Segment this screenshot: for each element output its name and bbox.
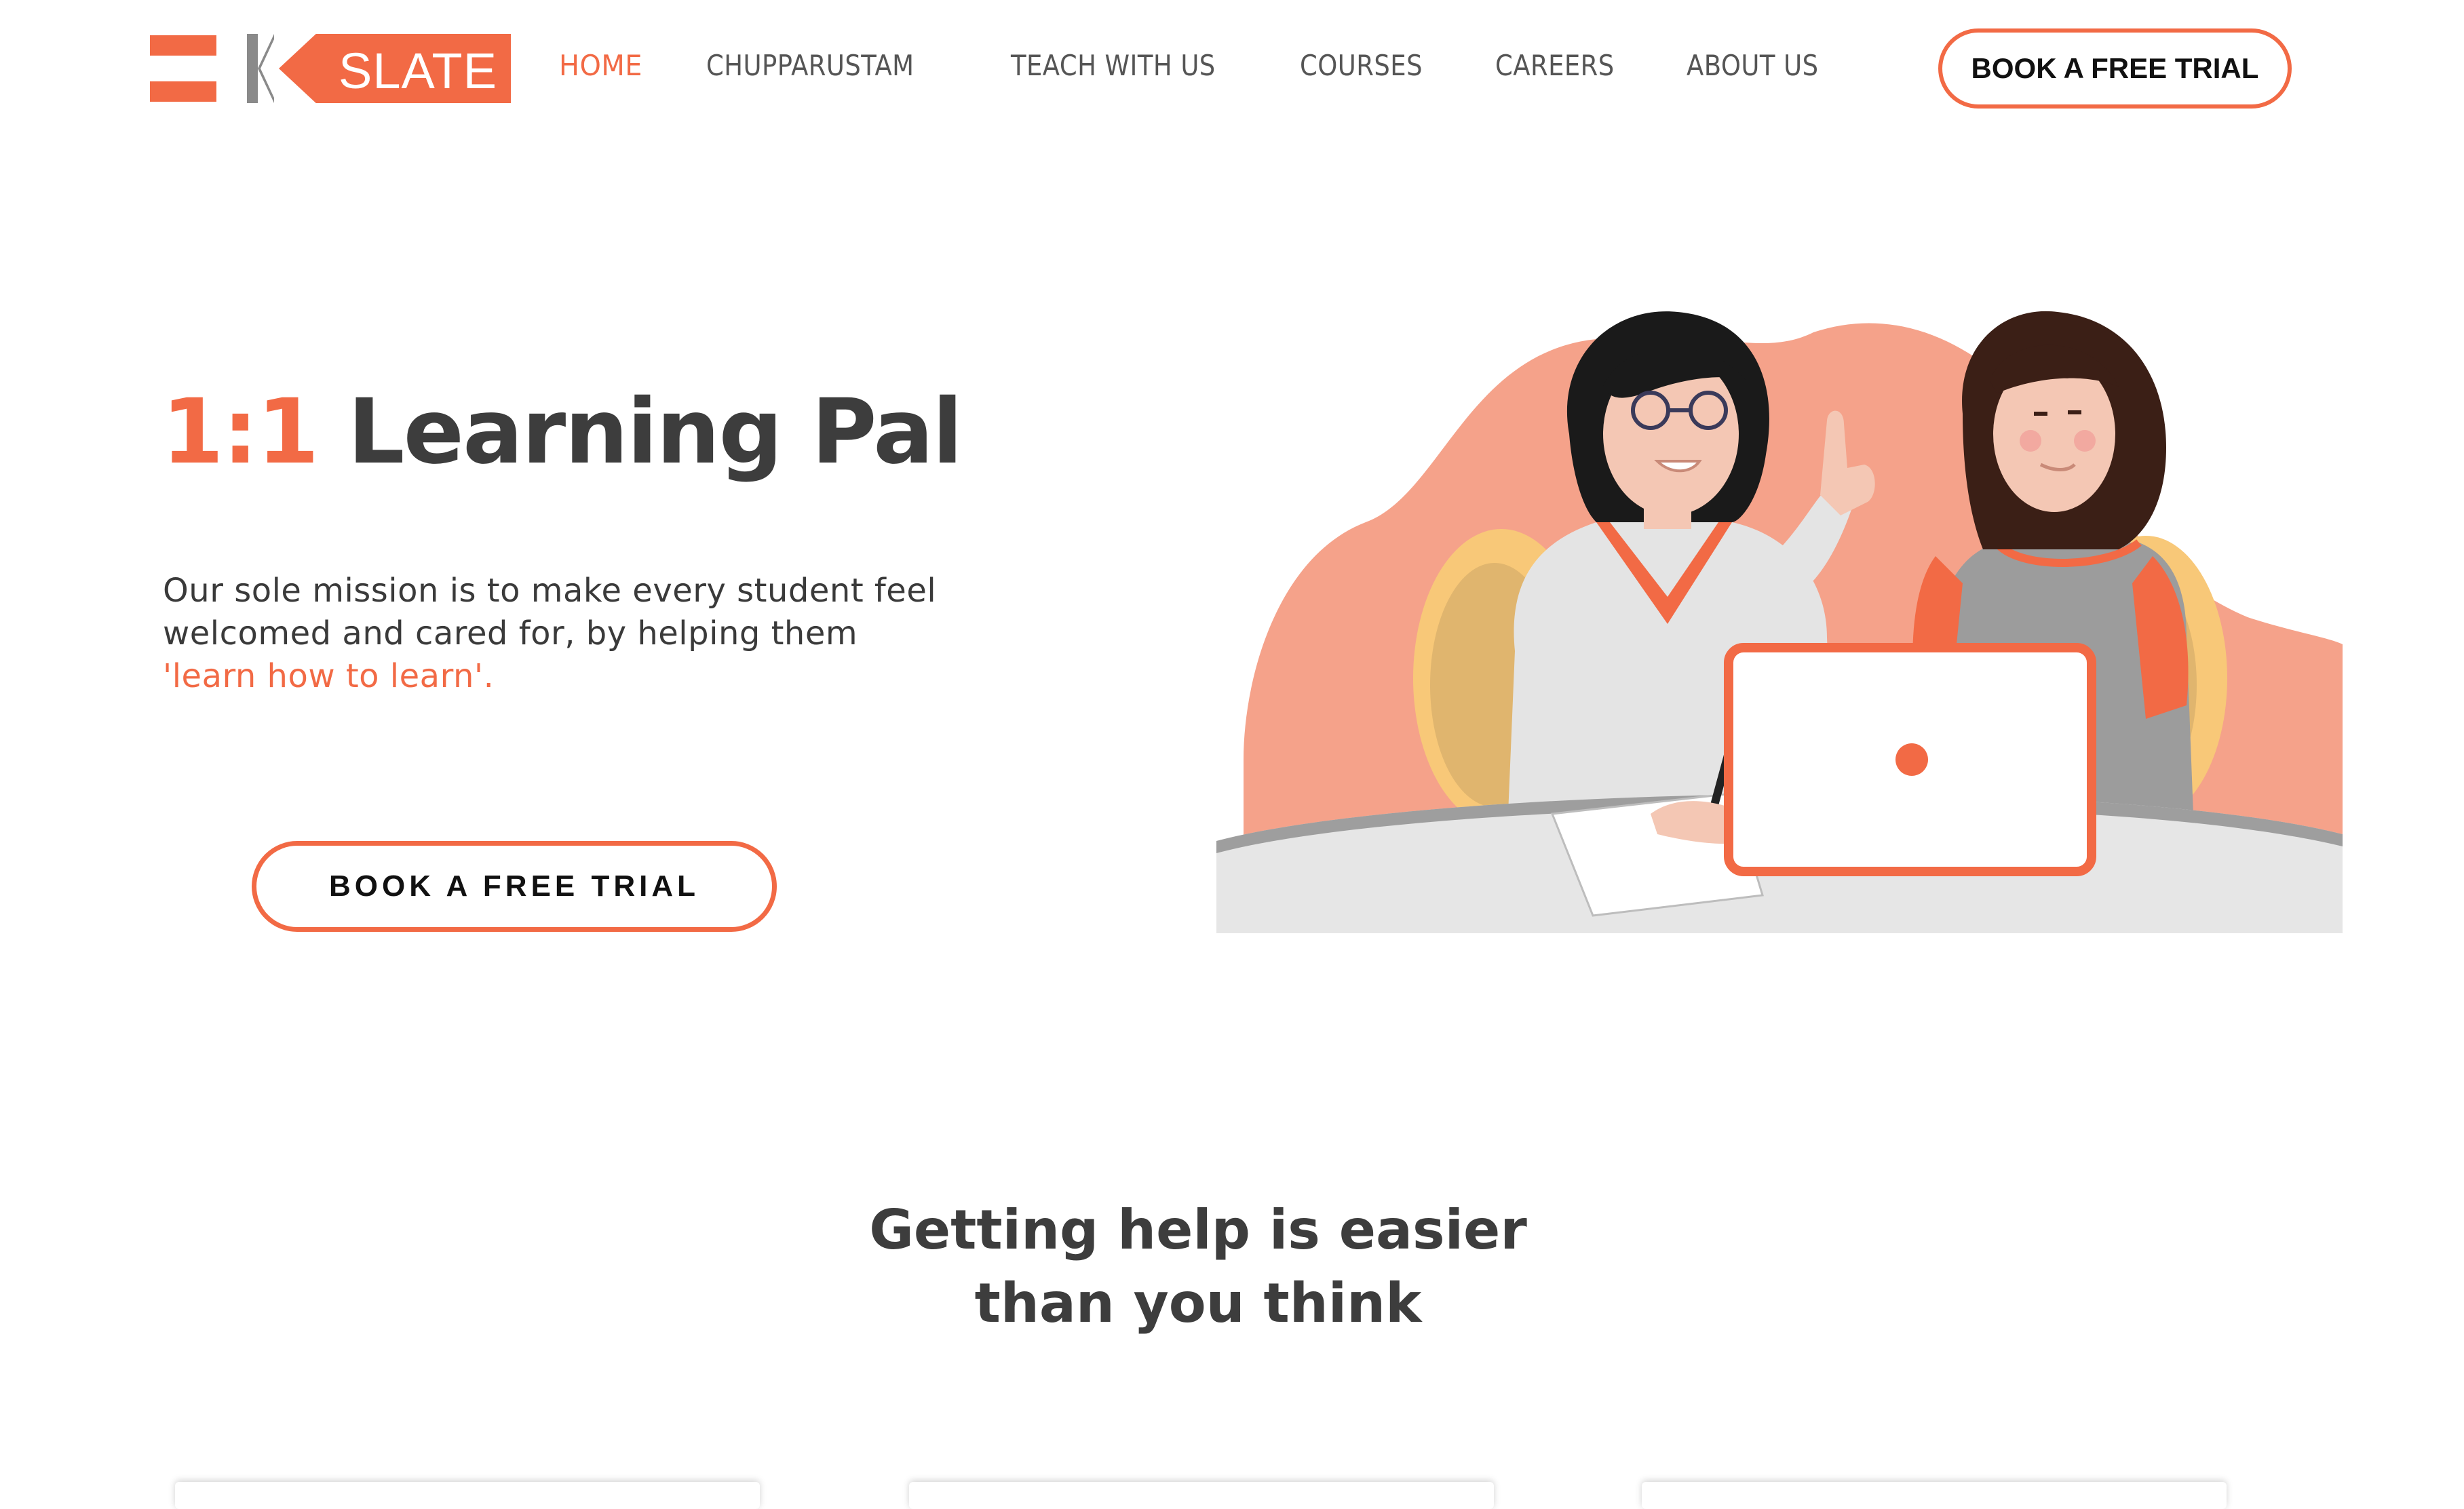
logo-tag: SLATE <box>279 34 511 103</box>
nav-home[interactable]: HOME <box>559 49 642 82</box>
help-title-line-1: Getting help is easier <box>869 1198 1527 1261</box>
nav-courses[interactable]: COURSES <box>1300 49 1423 82</box>
nav-about-us[interactable]: ABOUT US <box>1687 49 1818 82</box>
hero-book-trial-button[interactable]: BOOK A FREE TRIAL <box>252 841 777 932</box>
hero-description: Our sole mission is to make every studen… <box>163 570 1018 698</box>
logo-k-icon <box>247 34 274 103</box>
logo-bar-top <box>150 35 216 56</box>
help-section-title: Getting help is easier than you think <box>825 1194 1571 1340</box>
hero-title-rest: Learning Pal <box>317 380 963 484</box>
feature-card <box>1642 1482 2227 1509</box>
logo-bar-bottom <box>150 81 216 102</box>
header-book-trial-button[interactable]: BOOK A FREE TRIAL <box>1938 28 2292 109</box>
logo-text: SLATE <box>339 43 497 99</box>
hero-title: 1:1 Learning Pal <box>161 380 963 484</box>
nav-teach-with-us[interactable]: TEACH WITH US <box>1011 49 1216 82</box>
hero-title-accent: 1:1 <box>161 380 319 484</box>
feature-card <box>909 1482 1494 1509</box>
feature-card <box>175 1482 760 1509</box>
two-women-with-laptop-illustration <box>1216 311 2343 933</box>
hero-description-highlight: 'learn how to learn'. <box>163 657 495 695</box>
nav-careers[interactable]: CAREERS <box>1495 49 1615 82</box>
hero-description-text: Our sole mission is to make every studen… <box>163 572 937 652</box>
nav-chupparustam[interactable]: CHUPPARUSTAM <box>706 49 915 82</box>
help-title-line-2: than you think <box>974 1272 1422 1335</box>
slate-logo[interactable]: SLATE <box>150 34 511 103</box>
